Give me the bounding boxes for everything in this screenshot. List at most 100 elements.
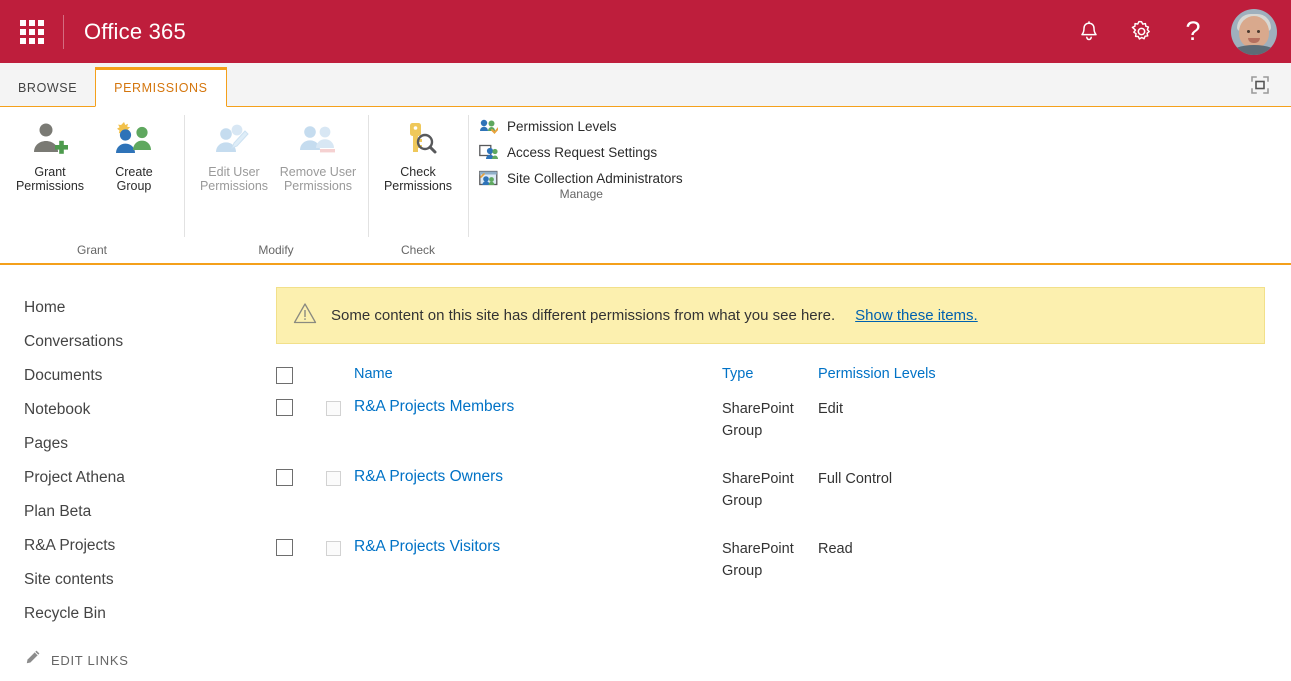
sidebar-item-conversations[interactable]: Conversations — [24, 325, 250, 359]
site-collection-administrators-label: Site Collection Administrators — [507, 170, 683, 186]
ribbon-group-check: Check Permissions Check — [368, 107, 468, 263]
permissions-table: Name Type Permission Levels R&A Projects… — [276, 366, 1265, 608]
tab-permissions[interactable]: PERMISSIONS — [95, 67, 227, 107]
edit-user-permissions-button[interactable]: Edit User Permissions — [192, 115, 276, 197]
banner-message: Some content on this site has different … — [331, 307, 836, 324]
app-launcher-icon — [19, 19, 44, 44]
create-group-label: Create Group — [115, 165, 153, 193]
permissions-table-body: R&A Projects Members SharePoint Group Ed… — [276, 398, 1265, 608]
check-permissions-button[interactable]: Check Permissions — [376, 115, 460, 197]
row-name-cell: R&A Projects Members — [354, 398, 722, 468]
column-header-permission-levels[interactable]: Permission Levels — [818, 366, 1265, 398]
table-row[interactable]: R&A Projects Owners SharePoint Group Ful… — [276, 468, 1265, 538]
edit-user-permissions-label: Edit User Permissions — [199, 165, 269, 193]
select-all-checkbox[interactable] — [276, 367, 293, 384]
row-icon-cell — [326, 538, 354, 608]
icon-column-header — [326, 366, 354, 398]
row-checkbox-cell — [276, 398, 326, 468]
notifications-button[interactable] — [1065, 8, 1113, 56]
table-row[interactable]: R&A Projects Members SharePoint Group Ed… — [276, 398, 1265, 468]
row-icon-cell — [326, 398, 354, 468]
ribbon-group-grant-items: Grant Permissions Create Group — [0, 107, 184, 243]
row-select-checkbox[interactable] — [276, 469, 293, 486]
sidebar-item-home[interactable]: Home — [24, 291, 250, 325]
group-link[interactable]: R&A Projects Members — [354, 398, 514, 415]
sidebar-item-ra-projects[interactable]: R&A Projects — [24, 529, 250, 563]
sidebar-item-site-contents[interactable]: Site contents — [24, 563, 250, 597]
row-levels-cell: Edit — [818, 401, 843, 417]
help-icon: ? — [1185, 16, 1201, 46]
quick-launch-nav: Home Conversations Documents Notebook Pa… — [0, 265, 250, 679]
avatar[interactable] — [1231, 8, 1277, 55]
row-checkbox-cell — [276, 538, 326, 608]
permissions-table-head: Name Type Permission Levels — [276, 366, 1265, 398]
permissions-notice-banner: Some content on this site has different … — [276, 287, 1265, 344]
group-link[interactable]: R&A Projects Visitors — [354, 538, 500, 555]
avatar-eye-right — [1257, 29, 1261, 33]
sidebar-item-project-athena[interactable]: Project Athena — [24, 461, 250, 495]
sidebar-item-pages[interactable]: Pages — [24, 427, 250, 461]
sidebar-item-documents[interactable]: Documents — [24, 359, 250, 393]
edit-links-button[interactable]: EDIT LINKS — [24, 649, 250, 671]
table-header-row: Name Type Permission Levels — [276, 366, 1265, 398]
ribbon-group-manage: Permission Levels Access Request Setting… — [468, 107, 695, 263]
group-icon — [326, 401, 341, 416]
create-group-icon — [113, 119, 155, 161]
select-all-cell — [276, 366, 326, 398]
page-body: Home Conversations Documents Notebook Pa… — [0, 265, 1291, 679]
row-checkbox-cell — [276, 468, 326, 538]
site-collection-administrators-menu-item[interactable]: Site Collection Administrators — [478, 169, 683, 187]
remove-user-permissions-button[interactable]: Remove User Permissions — [276, 115, 360, 197]
avatar-eye-left — [1246, 29, 1250, 33]
focus-on-content-button[interactable] — [1243, 72, 1277, 102]
settings-button[interactable] — [1117, 8, 1165, 56]
warning-triangle-icon — [293, 302, 317, 329]
ribbon-group-check-items: Check Permissions — [368, 107, 468, 243]
pencil-icon — [24, 649, 41, 671]
app-launcher-button[interactable] — [0, 0, 63, 63]
show-these-items-link[interactable]: Show these items. — [855, 307, 978, 324]
focus-on-content-icon — [1249, 74, 1271, 101]
ribbon-group-manage-label: Manage — [559, 187, 603, 201]
row-type-cell: SharePoint Group — [722, 541, 794, 579]
access-request-settings-label: Access Request Settings — [507, 144, 658, 160]
ribbon-group-grant: Grant Permissions Create Group Grant — [0, 107, 184, 263]
create-group-button[interactable]: Create Group — [92, 115, 176, 197]
check-permissions-label: Check Permissions — [383, 165, 453, 193]
group-link[interactable]: R&A Projects Owners — [354, 468, 503, 485]
bell-icon — [1079, 20, 1099, 43]
access-request-settings-icon — [478, 143, 498, 161]
main-content: Some content on this site has different … — [250, 265, 1291, 679]
row-name-cell: R&A Projects Visitors — [354, 538, 722, 608]
group-icon — [326, 471, 341, 486]
column-header-type[interactable]: Type — [722, 366, 818, 398]
table-row[interactable]: R&A Projects Visitors SharePoint Group R… — [276, 538, 1265, 608]
row-select-checkbox[interactable] — [276, 539, 293, 556]
sidebar-item-plan-beta[interactable]: Plan Beta — [24, 495, 250, 529]
ribbon-group-modify-items: Edit User Permissions Remove User Permis… — [184, 107, 368, 243]
ribbon-group-check-label: Check — [400, 243, 435, 257]
ribbon-group-modify-label: Modify — [258, 243, 294, 257]
permission-levels-menu-item[interactable]: Permission Levels — [478, 117, 683, 135]
ribbon: Grant Permissions Create Group Grant Edi… — [0, 107, 1291, 265]
sidebar-item-notebook[interactable]: Notebook — [24, 393, 250, 427]
ribbon-tab-strip: BROWSE PERMISSIONS — [0, 63, 1291, 107]
tab-browse[interactable]: BROWSE — [0, 70, 95, 106]
ribbon-group-manage-items: Permission Levels Access Request Setting… — [468, 107, 695, 187]
site-collection-administrators-icon — [478, 169, 498, 187]
group-icon — [326, 541, 341, 556]
column-header-name[interactable]: Name — [354, 366, 722, 398]
suite-title: Office 365 — [84, 18, 186, 44]
sidebar-item-recycle-bin[interactable]: Recycle Bin — [24, 597, 250, 631]
avatar-shoulders — [1231, 44, 1277, 55]
ribbon-group-grant-label: Grant — [76, 243, 107, 257]
suite-bar: Office 365 ? — [0, 0, 1291, 63]
grant-permissions-button[interactable]: Grant Permissions — [8, 115, 92, 197]
access-request-settings-menu-item[interactable]: Access Request Settings — [478, 143, 683, 161]
row-levels-cell: Full Control — [818, 471, 893, 487]
grant-permissions-label: Grant Permissions — [15, 165, 85, 193]
row-levels-cell: Read — [818, 541, 853, 557]
help-button[interactable]: ? — [1169, 8, 1217, 56]
row-select-checkbox[interactable] — [276, 399, 293, 416]
grant-permissions-icon — [29, 119, 71, 161]
